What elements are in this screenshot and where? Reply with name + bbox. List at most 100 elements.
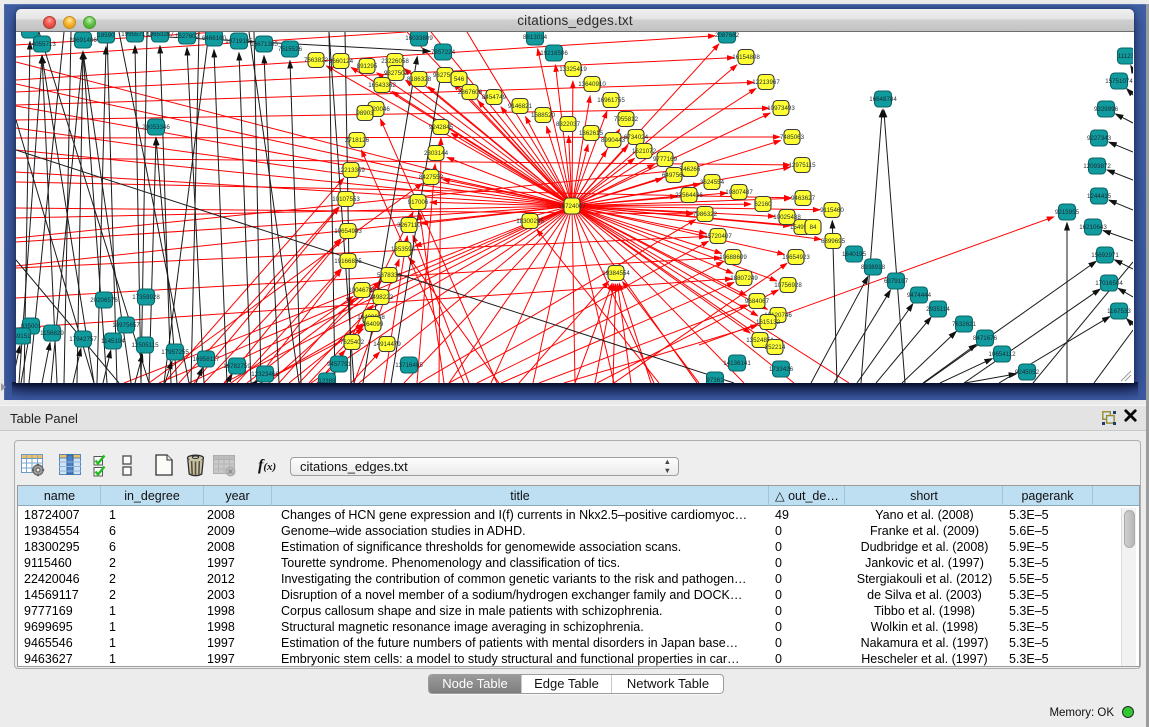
svg-text:13716485: 13716485 (395, 362, 423, 369)
svg-text:2087682: 2087682 (715, 32, 740, 39)
svg-text:10958117: 10958117 (192, 356, 220, 363)
svg-text:5878334: 5878334 (377, 272, 402, 279)
svg-text:3267110: 3267110 (397, 222, 421, 229)
svg-text:8322037: 8322037 (556, 121, 581, 128)
svg-text:1527602: 1527602 (175, 33, 200, 40)
svg-text:7485063: 7485063 (780, 134, 805, 141)
svg-text:16671385: 16671385 (250, 41, 278, 48)
svg-text:18807249: 18807249 (730, 275, 758, 282)
svg-text:17957255: 17957255 (161, 349, 189, 356)
svg-text:12323466: 12323466 (251, 371, 279, 378)
svg-text:7632621: 7632621 (952, 321, 977, 328)
svg-text:19955717: 19955717 (121, 32, 149, 38)
svg-text:20206576: 20206576 (90, 297, 118, 304)
svg-text:9245052: 9245052 (1015, 369, 1040, 376)
svg-text:7955812: 7955812 (614, 116, 639, 123)
svg-text:546: 546 (454, 76, 465, 83)
svg-text:9227343: 9227343 (1087, 135, 1112, 142)
svg-text:20691406: 20691406 (69, 37, 97, 44)
svg-text:164099: 164099 (363, 321, 384, 328)
svg-text:23053251: 23053251 (16, 32, 44, 34)
svg-text:8454749: 8454749 (482, 94, 507, 101)
svg-text:14055713: 14055713 (28, 41, 56, 48)
svg-text:2867608: 2867608 (458, 89, 483, 96)
svg-text:16154808: 16154808 (732, 54, 760, 61)
svg-text:1640195: 1640195 (842, 251, 867, 258)
svg-text:9215955: 9215955 (1055, 209, 1080, 216)
svg-text:6379197: 6379197 (884, 278, 909, 285)
svg-text:19654923: 19654923 (782, 254, 810, 261)
svg-text:6899695: 6899695 (821, 238, 846, 245)
svg-text:1615132: 1615132 (756, 319, 781, 326)
svg-text:1621072: 1621072 (632, 148, 657, 155)
svg-text:84: 84 (810, 224, 817, 231)
svg-text:1733426: 1733426 (769, 366, 794, 373)
svg-text:8938918: 8938918 (861, 264, 886, 271)
svg-text:23564436: 23564436 (675, 192, 703, 199)
svg-text:97361: 97361 (706, 377, 724, 383)
svg-text:13640910: 13640910 (578, 81, 606, 88)
svg-text:17942757: 17942757 (69, 336, 97, 343)
svg-text:1353594: 1353594 (391, 246, 416, 253)
svg-text:7515526: 7515526 (278, 46, 303, 53)
svg-text:16210643: 16210643 (1079, 224, 1107, 231)
svg-text:6466160: 6466160 (202, 35, 227, 42)
svg-text:12505115: 12505115 (131, 342, 159, 349)
svg-text:16961755: 16961755 (597, 97, 625, 104)
svg-text:3624554: 3624554 (700, 179, 725, 186)
svg-text:9242845: 9242845 (429, 124, 454, 131)
svg-text:1156829: 1156829 (40, 330, 64, 337)
svg-text:10973493: 10973493 (767, 105, 795, 112)
svg-text:8427552: 8427552 (419, 174, 444, 181)
svg-text:10653287: 10653287 (146, 32, 174, 38)
svg-text:17016504: 17016504 (1095, 280, 1123, 287)
svg-text:98903: 98903 (356, 110, 374, 117)
svg-text:14136141: 14136141 (723, 360, 751, 367)
svg-text:2935114: 2935114 (926, 306, 950, 313)
svg-text:6734024: 6734024 (624, 134, 649, 141)
svg-text:62160: 62160 (754, 201, 772, 208)
svg-text:1167533: 1167533 (1107, 308, 1131, 315)
svg-text:19654983: 19654983 (334, 228, 362, 235)
svg-text:9777169: 9777169 (653, 156, 678, 163)
svg-text:7625402: 7625402 (340, 339, 365, 346)
svg-text:9474444: 9474444 (907, 292, 932, 299)
svg-text:8186328: 8186328 (407, 76, 432, 83)
svg-text:12093872: 12093872 (1083, 163, 1111, 170)
svg-text:23226058: 23226058 (381, 58, 409, 65)
svg-text:12975115: 12975115 (788, 162, 816, 169)
svg-text:16782759: 16782759 (223, 363, 251, 370)
svg-text:19166825: 19166825 (334, 258, 362, 265)
svg-text:7986322: 7986322 (693, 211, 718, 218)
svg-text:10807487: 10807487 (725, 189, 753, 196)
svg-text:9684067: 9684067 (745, 298, 770, 305)
svg-text:9327503: 9327503 (384, 70, 409, 77)
svg-text:18724007: 18724007 (558, 203, 586, 210)
svg-text:18590: 18590 (97, 32, 115, 39)
svg-text:917006: 917006 (408, 199, 429, 206)
svg-text:15720407: 15720407 (704, 233, 732, 240)
svg-text:16648784: 16648784 (869, 96, 897, 103)
svg-text:12213369: 12213369 (337, 167, 365, 174)
svg-text:16543362: 16543362 (368, 82, 396, 89)
svg-text:19218506: 19218506 (540, 50, 568, 57)
svg-text:2803144: 2803144 (424, 150, 449, 157)
svg-text:8813014: 8813014 (523, 34, 548, 41)
svg-text:9329996: 9329996 (1094, 106, 1119, 113)
svg-text:10046786: 10046786 (348, 287, 376, 294)
svg-text:8990443: 8990443 (601, 137, 626, 144)
svg-text:1244415: 1244415 (1087, 193, 1112, 200)
svg-text:2718126: 2718126 (345, 137, 370, 144)
svg-text:1362615: 1362615 (579, 130, 604, 137)
svg-text:10719185: 10719185 (225, 38, 253, 45)
svg-text:11123: 11123 (1118, 53, 1133, 60)
svg-text:746266: 746266 (680, 166, 701, 173)
svg-text:9115460: 9115460 (820, 207, 844, 214)
svg-text:9463627: 9463627 (791, 195, 816, 202)
svg-text:9457791: 9457791 (327, 361, 352, 368)
svg-text:10756928: 10756928 (774, 282, 802, 289)
svg-text:891295: 891295 (357, 63, 378, 70)
svg-text:9146821: 9146821 (508, 103, 533, 110)
svg-text:12213967: 12213967 (752, 79, 780, 86)
svg-text:16033809: 16033809 (405, 35, 433, 42)
